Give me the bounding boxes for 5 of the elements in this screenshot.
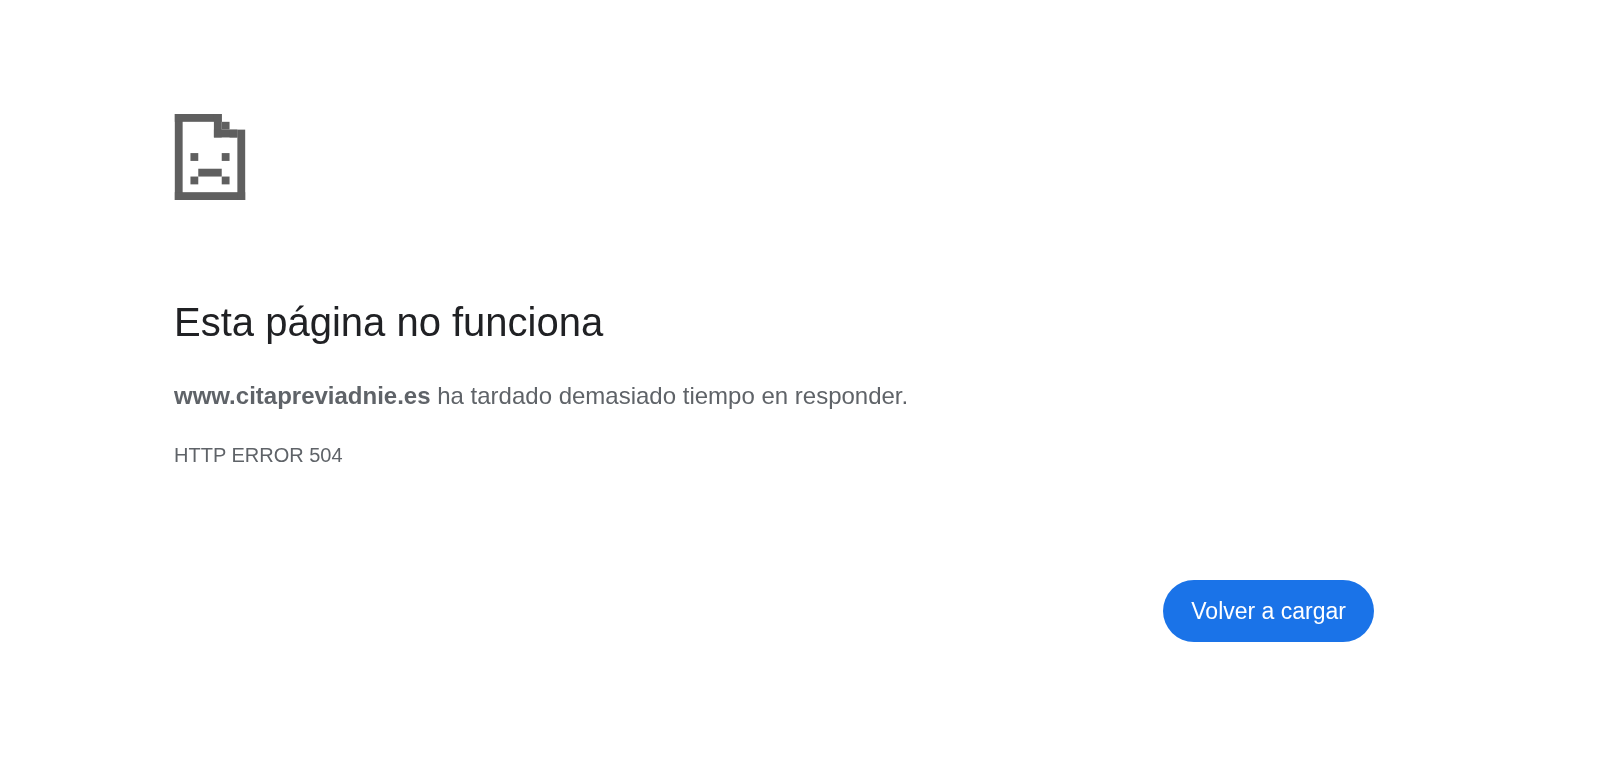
reload-button[interactable]: Volver a cargar (1163, 580, 1374, 642)
error-code: HTTP ERROR 504 (174, 443, 344, 468)
error-heading: Esta página no funciona (174, 299, 605, 346)
sad-page-icon (174, 114, 246, 200)
error-message: www.citapreviadnie.es ha tardado demasiado tiempo en responder. (174, 381, 910, 411)
